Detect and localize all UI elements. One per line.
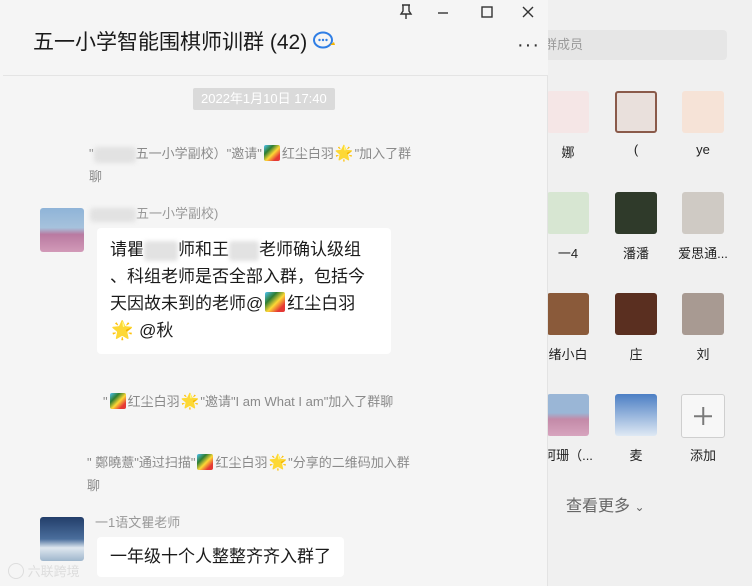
group-name: 五一小学智能围棋师训群 [33, 31, 264, 54]
sys-text: "加入了群 [354, 146, 412, 161]
sys-text: "邀请"I am What I am"加入了群聊 [200, 394, 394, 409]
star-emoji-icon: 🌟 [180, 393, 200, 410]
rainbow-emoji-icon [109, 393, 126, 409]
page-title: 五一小学智能围棋师训群 (42) [33, 26, 337, 56]
logo-icon [8, 563, 24, 579]
member-item[interactable]: ( [606, 91, 666, 157]
sys-text: 红尘白羽 [281, 146, 334, 161]
chat-header: 五一小学智能围棋师训群 (42) ··· [3, 0, 548, 76]
member-search-input[interactable]: 群成员 [530, 30, 727, 60]
plus-icon [681, 394, 725, 438]
avatar [682, 293, 724, 335]
message-text: 天因故未到的老师@ [110, 294, 264, 313]
sender-text: 五一小学副校) [136, 206, 219, 221]
sys-text: " 鄭曉薏"通过扫描" [87, 455, 196, 470]
star-emoji-icon: 🌟 [334, 145, 354, 162]
member-name: 刘 [696, 347, 710, 362]
member-count: (42) [269, 31, 308, 54]
message-bubble[interactable]: 请瞿 师和王 老师确认级组 、科组老师是否全部入群，包括今 天因故未到的老师@ 红尘白… [97, 228, 391, 354]
avatar [615, 394, 657, 436]
add-member-button[interactable]: 添加 [673, 394, 733, 464]
avatar [682, 192, 724, 234]
message-text: 老师确认级组 [259, 240, 361, 259]
message-text: 师和王 [178, 240, 229, 259]
blurred-name [90, 207, 136, 222]
message-text: 红尘白羽 [287, 294, 356, 313]
member-name: ye [696, 142, 710, 157]
sys-text: " [89, 146, 94, 161]
message-text: 请瞿 [110, 240, 144, 259]
system-message: " 五一小学副校）"邀请" 红尘白羽🌟"加入了群 聊 [89, 142, 489, 188]
sys-text: "分享的二维码加入群 [288, 455, 410, 470]
avatar[interactable] [40, 208, 84, 252]
member-item[interactable]: 刘 [673, 293, 733, 363]
pin-icon[interactable] [395, 4, 417, 26]
avatar [615, 192, 657, 234]
message-bubble[interactable]: 一年级十个人整整齐齐入群了 [97, 537, 344, 577]
member-item[interactable]: ye [673, 91, 733, 157]
watermark-text: 六联跨境 [27, 564, 80, 579]
chat-window: 五一小学智能围棋师训群 (42) ··· 2022年1月10日 17:40 " 五… [3, 0, 548, 586]
rainbow-emoji-icon [197, 454, 214, 470]
member-name: 庄 [629, 347, 643, 362]
avatar [615, 293, 657, 335]
member-name: 爱思通... [678, 246, 728, 261]
chevron-down-icon: ⌄ [634, 500, 645, 514]
sys-text: 五一小学副校）"邀请" [135, 146, 262, 161]
avatar[interactable] [40, 517, 84, 561]
sender-name: 五一小学副校) [90, 203, 218, 222]
message-text: 、科组老师是否全部入群，包括今 [110, 267, 365, 286]
member-item[interactable]: 麦 [606, 394, 666, 464]
sys-text: 红尘白羽 [127, 394, 180, 409]
avatar [615, 91, 657, 133]
blurred-name [93, 146, 136, 163]
system-message: " 红尘白羽🌟"邀请"I am What I am"加入了群聊 [103, 390, 523, 413]
message-text: @秋 [139, 321, 174, 340]
member-item[interactable]: 爱思通... [673, 192, 733, 262]
avatar [547, 394, 589, 436]
watermark: 六联跨境 [8, 561, 80, 580]
see-more-button[interactable]: 查看更多 ⌄ [566, 492, 645, 516]
star-emoji-icon: 🌟 [268, 454, 288, 471]
sys-text: 聊 [87, 478, 101, 493]
chat-bubble-icon[interactable] [313, 30, 337, 52]
avatar [682, 91, 724, 133]
close-icon[interactable] [517, 4, 539, 26]
see-more-label: 查看更多 [566, 498, 631, 515]
avatar [547, 91, 589, 133]
sys-text: " [103, 394, 108, 409]
member-item[interactable]: 庄 [606, 293, 666, 363]
message-text: 一年级十个人整整齐齐入群了 [110, 547, 331, 566]
maximize-icon[interactable] [476, 4, 498, 26]
rainbow-emoji-icon [265, 292, 286, 312]
sys-text: 聊 [89, 169, 103, 184]
sender-name: 一1语文瞿老师 [95, 515, 181, 530]
message-timestamp: 2022年1月10日 17:40 [193, 88, 335, 110]
member-name: 潘潘 [622, 246, 649, 261]
avatar [547, 293, 589, 335]
blurred-name [144, 240, 178, 261]
rainbow-emoji-icon [263, 145, 280, 161]
avatar [547, 192, 589, 234]
minimize-icon[interactable] [432, 4, 454, 26]
more-icon[interactable]: ··· [517, 34, 540, 57]
add-member-label: 添加 [689, 448, 716, 463]
sys-text: 红尘白羽 [215, 455, 268, 470]
member-item[interactable]: 潘潘 [606, 192, 666, 262]
system-message: " 鄭曉薏"通过扫描" 红尘白羽🌟"分享的二维码加入群 聊 [87, 451, 507, 497]
member-name: 麦 [629, 448, 643, 463]
star-emoji-icon: 🌟 [111, 320, 134, 340]
blurred-name [229, 240, 259, 261]
member-name: ( [633, 142, 639, 157]
